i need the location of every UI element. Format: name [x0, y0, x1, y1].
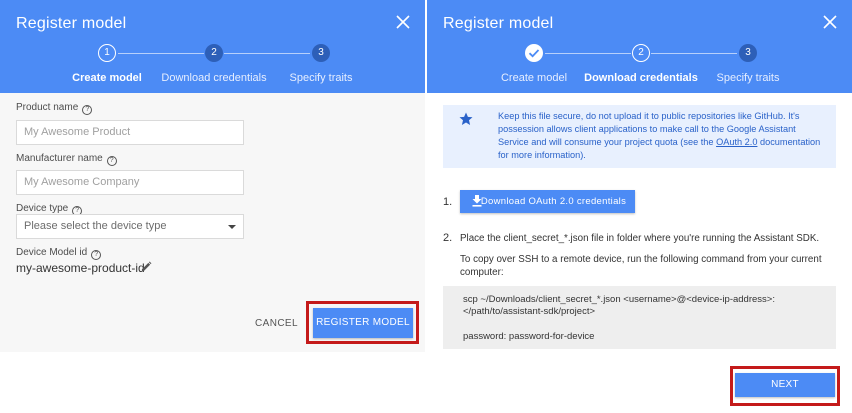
ssh-instruction: To copy over SSH to a remote device, run…	[460, 254, 822, 278]
step-number-2: 2.	[443, 232, 453, 244]
scp-command-box: scp ~/Downloads/client_secret_*.json <us…	[443, 286, 836, 349]
manufacturer-name-label: Manufacturer name?	[16, 153, 117, 166]
close-icon[interactable]	[393, 12, 413, 32]
step-connector	[224, 53, 310, 54]
register-model-button[interactable]: REGISTER MODEL	[313, 308, 413, 338]
step-3-label: Specify traits	[289, 72, 353, 84]
step-2-label: Download credentials	[161, 72, 267, 84]
model-form: Product name? My Awesome Product Manufac…	[0, 93, 425, 352]
step-3-label: Specify traits	[716, 72, 780, 84]
dialog-header: Register model 1 2 3 Create model Downlo…	[0, 0, 425, 93]
register-model-dialog-step1: Register model 1 2 3 Create model Downlo…	[0, 0, 425, 413]
product-name-label: Product name?	[16, 102, 93, 115]
step-3-indicator: 3	[739, 44, 757, 62]
dropdown-caret-icon	[228, 225, 236, 229]
device-model-id-label: Device Model id?	[16, 247, 102, 260]
step-3-indicator: 3	[312, 44, 330, 62]
manufacturer-name-input[interactable]: My Awesome Company	[16, 170, 244, 195]
edit-pencil-icon[interactable]	[141, 261, 152, 272]
download-icon	[472, 195, 482, 207]
notice-text: Keep this file secure, do not upload it …	[498, 111, 821, 160]
step-2-label: Download credentials	[584, 72, 698, 84]
dialog-header: Register model 2 3 Create model Download…	[427, 0, 852, 93]
close-icon[interactable]	[820, 12, 840, 32]
check-icon	[528, 49, 540, 58]
register-model-dialog-step2: Register model 2 3 Create model Download…	[427, 0, 852, 413]
step-connector	[118, 53, 204, 54]
step-connector	[545, 53, 631, 54]
scp-command: scp ~/Downloads/client_secret_*.json <us…	[463, 294, 775, 317]
step-1-complete-indicator	[525, 44, 543, 62]
oauth-doc-link[interactable]: OAuth 2.0	[716, 137, 757, 147]
help-icon[interactable]: ?	[82, 105, 93, 115]
dialog-title: Register model	[443, 15, 554, 32]
device-type-value: Please select the device type	[24, 220, 167, 232]
help-icon[interactable]: ?	[91, 250, 102, 260]
star-icon	[459, 112, 473, 125]
password-line: password: password-for-device	[463, 331, 595, 342]
stepper: 1 2 3 Create model Download credentials …	[0, 42, 425, 88]
product-name-input[interactable]: My Awesome Product	[16, 120, 244, 145]
step-1-indicator: 1	[98, 44, 116, 62]
stepper: 2 3 Create model Download credentials Sp…	[427, 42, 852, 88]
step-1-label: Create model	[500, 72, 568, 84]
help-icon[interactable]: ?	[106, 156, 117, 166]
next-button[interactable]: NEXT	[735, 373, 835, 397]
download-button-label: Download OAuth 2.0 credentials	[480, 196, 627, 207]
device-model-id-value: my-awesome-product-id	[16, 261, 145, 275]
step-connector	[651, 53, 737, 54]
cancel-button[interactable]: CANCEL	[255, 318, 298, 329]
step-2-indicator: 2	[632, 44, 650, 62]
step-1-label: Create model	[72, 72, 142, 84]
device-type-select[interactable]: Please select the device type	[16, 214, 244, 239]
step-number-1: 1.	[443, 196, 453, 208]
security-notice: Keep this file secure, do not upload it …	[443, 105, 836, 168]
step-2-instruction: Place the client_secret_*.json file in f…	[460, 233, 820, 244]
dialog-title: Register model	[16, 15, 127, 32]
download-credentials-button[interactable]: Download OAuth 2.0 credentials	[460, 190, 635, 213]
step-2-indicator: 2	[205, 44, 223, 62]
